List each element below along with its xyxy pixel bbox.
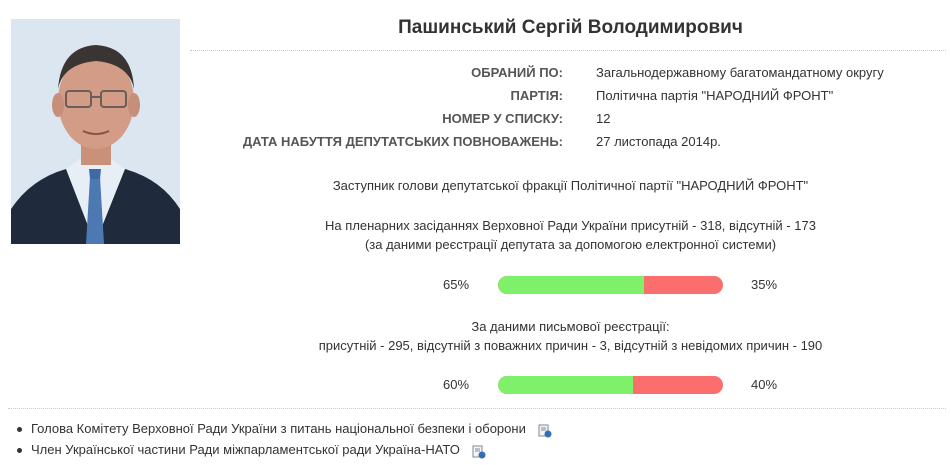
attendance-bar [498,376,723,394]
info-row-mandate-date: ДАТА НАБУТТЯ ДЕПУТАТСЬКИХ ПОВНОВАЖЕНЬ: 2… [0,134,951,152]
info-row-party: ПАРТІЯ: Політична партія "НАРОДНИЙ ФРОНТ… [0,88,951,106]
attendance-bar-fill [498,276,645,294]
info-label: ОБРАНИЙ ПО: [471,65,563,80]
info-label: ПАРТІЯ: [510,88,563,103]
deputy-name: Пашинський Сергій Володимирович [398,17,743,38]
info-value: 27 листопада 2014р. [596,134,721,149]
plenary-attendance-note: (за даними реєстрації депутата за допомо… [364,237,777,252]
written-attendance-bar-row: 60% 40% [0,376,951,396]
attendance-bar-fill [498,376,633,394]
absent-percent: 35% [751,277,778,292]
faction-role: Заступник голови депутатської фракції По… [332,178,809,193]
posts-list: Голова Комітету Верховної Ради України з… [14,418,552,460]
info-value: Політична партія "НАРОДНИЙ ФРОНТ" [596,88,834,103]
present-percent: 60% [443,377,470,392]
deputy-photo [11,19,180,244]
document-icon[interactable] [472,444,486,459]
list-item: Голова Комітету Верховної Ради України з… [14,418,552,439]
absent-percent: 40% [751,377,778,392]
info-value: Загальнодержавному багатомандатному окру… [596,65,884,80]
bullet [17,427,22,432]
info-label: ДАТА НАБУТТЯ ДЕПУТАТСЬКИХ ПОВНОВАЖЕНЬ: [242,134,563,149]
info-row-list-number: НОМЕР У СПИСКУ: 12 [0,111,951,129]
post-label: Член Української частини Ради міжпарламе… [31,442,460,457]
document-icon[interactable] [538,423,552,438]
plenary-attendance-text: На пленарних засіданнях Верховної Ради У… [325,218,816,233]
post-label: Голова Комітету Верховної Ради України з… [31,421,526,436]
present-percent: 65% [443,277,470,292]
list-item: Член Української частини Ради міжпарламе… [14,439,552,460]
attendance-bar [498,276,723,294]
posts-divider [8,408,946,409]
written-registration-title: За даними письмової реєстрації: [471,319,670,334]
info-value: 12 [596,111,611,126]
written-registration-stats: присутній - 295, відсутній з поважних пр… [318,338,823,353]
info-row-elected: ОБРАНИЙ ПО: Загальнодержавному багатоман… [0,65,951,83]
bullet [17,448,22,453]
plenary-attendance-bar-row: 65% 35% [0,276,951,296]
header-divider [190,50,946,51]
info-label: НОМЕР У СПИСКУ: [442,111,563,126]
